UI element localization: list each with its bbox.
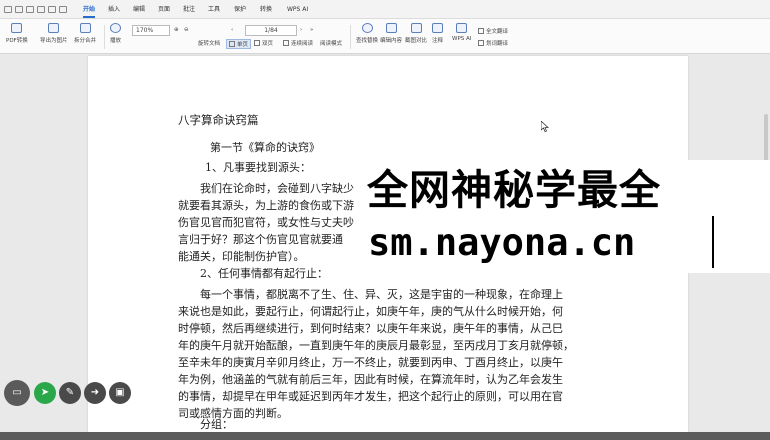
- tab-annotate[interactable]: 批注: [183, 6, 195, 14]
- p2-line: 每一个事情，都脱离不了生、住、异、灭，这是宇宙的一种现象，在命理上: [200, 288, 563, 301]
- scrollbar-thumb[interactable]: [764, 114, 768, 164]
- translate-icon: [478, 28, 484, 34]
- p1-line: 就要看其源头，为上游的食伤或下游: [178, 199, 354, 212]
- print-icon[interactable]: [26, 6, 34, 13]
- watermark-url: sm.nayona.cn: [368, 221, 636, 264]
- double-page-toggle[interactable]: 双页: [254, 39, 273, 47]
- p1-line: 我们在论命时，会碰到八字缺少: [200, 182, 354, 195]
- p1-line: 言归于好？那这个伤官见官就要通: [178, 233, 343, 246]
- search-icon: [361, 23, 373, 33]
- ribbon-toolbar: PDF转换 导出为图片 拆分合并 播放 170% ⊕ ⊖ 旋转文档 单页 双页 …: [0, 19, 770, 54]
- tab-edit[interactable]: 编辑: [133, 6, 145, 14]
- ai-icon: [456, 23, 468, 33]
- edit-content-button[interactable]: 编辑内容: [380, 23, 402, 44]
- pdf-icon: [11, 23, 23, 33]
- p2-line: 年为例，他涵盖的气就有前后三年，因此有时候，在算流年时，认为乙年会发生: [178, 373, 563, 386]
- continuous-read-button[interactable]: 连续阅读: [283, 39, 313, 47]
- keyboard-icon[interactable]: ▭: [4, 380, 30, 406]
- divider: [104, 25, 105, 49]
- doc-title: 八字算命诀窍篇: [178, 113, 259, 127]
- annotate-icon: [432, 23, 443, 33]
- translate-full-button[interactable]: 全文翻译: [478, 27, 508, 35]
- p2-line: 至辛未年的庚寅月辛卯月终止，万一不终止，就要到丙申、丁酉月终止，以庚午: [178, 356, 563, 369]
- single-page-icon: [229, 41, 235, 47]
- tab-insert[interactable]: 插入: [108, 6, 120, 14]
- image-icon[interactable]: ▣: [109, 382, 131, 404]
- p2-line: 年的庚午月就开始酝酿，一直到庚午年的庚辰月最彰显，至丙戌月丁亥月就停顿，: [178, 339, 574, 352]
- cursor-icon[interactable]: ➤: [34, 382, 56, 404]
- edit-icon: [385, 23, 397, 33]
- next-page-icon[interactable]: ›: [300, 27, 302, 33]
- split-icon: [79, 23, 91, 33]
- annotate-button[interactable]: 注释: [432, 23, 443, 44]
- double-page-icon: [254, 40, 260, 46]
- pen-icon[interactable]: ✎: [59, 382, 81, 404]
- image-export-icon: [48, 23, 60, 33]
- pdf-convert-button[interactable]: PDF转换: [6, 23, 28, 44]
- arrow-icon[interactable]: ➜: [84, 382, 106, 404]
- last-page-icon[interactable]: »: [310, 27, 313, 33]
- p1-line: 伤官见官而犯官符，或女性与丈夫吵: [178, 216, 354, 229]
- tab-convert[interactable]: 转换: [260, 6, 272, 14]
- mouse-pointer-icon: [541, 121, 549, 132]
- single-page-toggle[interactable]: 单页: [226, 39, 252, 49]
- split-merge-button[interactable]: 拆分合并: [74, 23, 96, 44]
- menu-bar: 开始 插入 编辑 页面 批注 工具 保护 转换 WPS AI: [0, 0, 770, 19]
- continuous-icon: [283, 40, 289, 46]
- read-mode-button[interactable]: 阅读模式: [320, 39, 342, 47]
- taskbar-strip: [0, 432, 770, 440]
- divider: [350, 25, 351, 49]
- p2-line: 时停顿，然后再继续进行，到何时结束？以庚午年来说，庚午年的事情，从己巳: [178, 322, 563, 335]
- tab-wps-ai[interactable]: WPS AI: [287, 6, 308, 14]
- prev-page-icon[interactable]: ‹: [231, 27, 233, 33]
- find-replace-button[interactable]: 查找替换: [356, 23, 378, 44]
- undo-icon[interactable]: [37, 6, 45, 13]
- text-caret: [712, 216, 714, 268]
- page-number-input[interactable]: 1/84: [245, 25, 297, 36]
- export-image-button[interactable]: 导出为图片: [40, 23, 68, 44]
- item3-heading: 分组：: [200, 418, 233, 431]
- p1-line: 能通关，印能制伤护官）。: [178, 250, 305, 263]
- screenshot-icon: [410, 23, 422, 33]
- item2-heading: 2、任何事情都有起行止：: [200, 267, 328, 280]
- tab-protect[interactable]: 保护: [234, 6, 246, 14]
- p2-line: 的事情，却提早在甲年或延迟到丙年才发生，把这个起行止的原则，可以用在官: [178, 390, 563, 403]
- watermark-title: 全网神秘学最全: [367, 166, 661, 214]
- zoom-in-icon[interactable]: ⊕: [174, 27, 179, 33]
- more-icon[interactable]: [59, 6, 67, 13]
- settings-button[interactable]: 播放: [110, 23, 121, 44]
- menu-icon[interactable]: [4, 6, 12, 13]
- zoom-out-icon[interactable]: ⊖: [184, 27, 189, 33]
- redo-icon[interactable]: [48, 6, 56, 13]
- p2-line: 司或感情方面的判断。: [178, 407, 288, 420]
- gear-icon: [110, 23, 121, 33]
- translate-select-icon: [478, 40, 484, 46]
- section-title: 第一节《算命的诀窍》: [210, 141, 320, 154]
- wps-ai-button[interactable]: WPS AI: [452, 23, 471, 42]
- capture-compare-button[interactable]: 截图对比: [405, 23, 427, 44]
- item1-heading: 1、凡事要找到源头：: [205, 161, 311, 174]
- rotate-doc-button[interactable]: 旋转文档: [198, 39, 220, 47]
- tab-tools[interactable]: 工具: [208, 6, 220, 14]
- tab-page[interactable]: 页面: [158, 6, 170, 14]
- translate-select-button[interactable]: 划词翻译: [478, 39, 508, 47]
- tab-home[interactable]: 开始: [83, 6, 96, 18]
- save-icon[interactable]: [15, 6, 23, 13]
- p2-line: 来说也是如此，要起行止，何谓起行止，如庚午年，庚的气从什么时候开始，何: [178, 305, 563, 318]
- watermark-overlay: 全网神秘学最全 sm.nayona.cn: [367, 160, 770, 273]
- zoom-input[interactable]: 170%: [132, 25, 170, 36]
